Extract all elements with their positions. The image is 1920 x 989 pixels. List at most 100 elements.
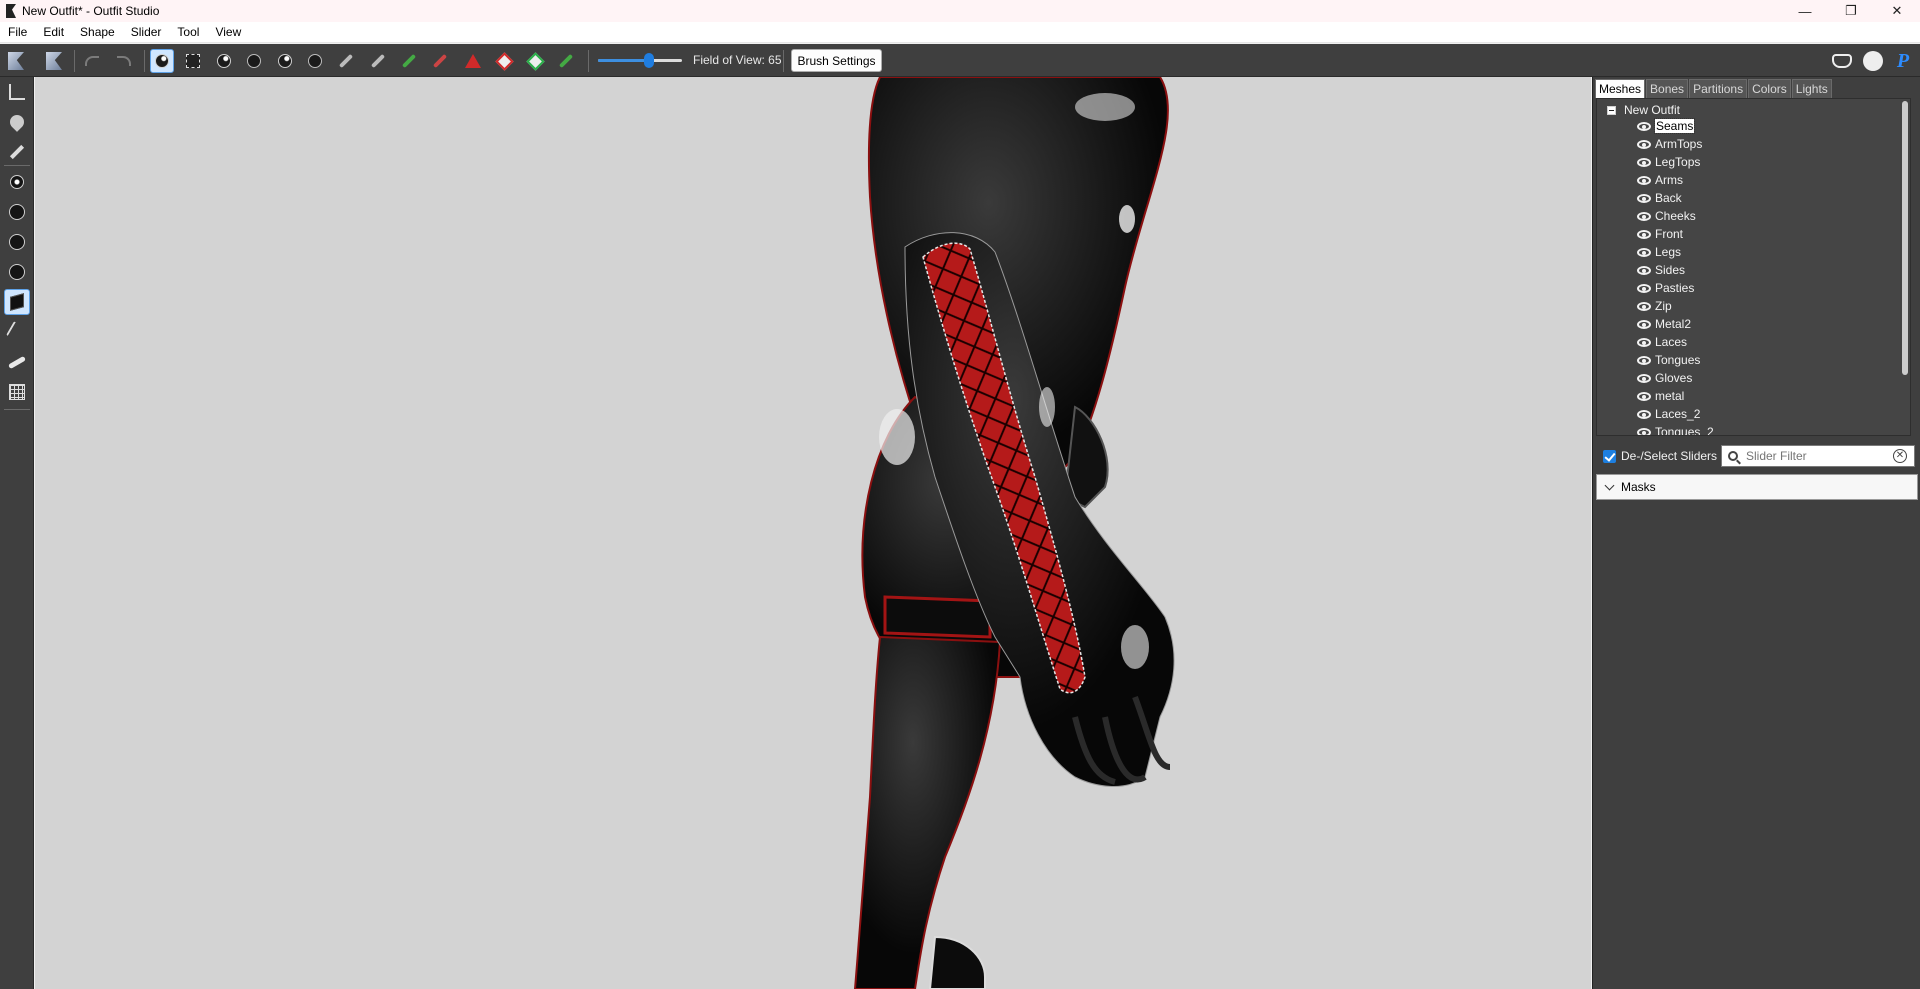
cube-view-icon[interactable] (4, 289, 30, 315)
eye-icon[interactable] (1637, 139, 1651, 149)
pivot-tool-icon[interactable] (4, 109, 30, 135)
mesh-item-laces-2[interactable]: Laces_2 (1637, 405, 1700, 423)
fov-slider-thumb[interactable] (644, 53, 655, 68)
mesh-item-gloves[interactable]: Gloves (1637, 369, 1692, 387)
eye-icon[interactable] (1637, 157, 1651, 167)
transform-tool-icon[interactable] (4, 79, 30, 105)
eye-icon[interactable] (1637, 283, 1651, 293)
eye-icon[interactable] (1637, 319, 1651, 329)
eye-icon[interactable] (1637, 247, 1651, 257)
title-bar: New Outfit* - Outfit Studio — ❐ ✕ (0, 0, 1920, 22)
brush-size-l-icon[interactable] (4, 259, 30, 285)
minimize-button[interactable]: — (1782, 0, 1828, 22)
vertex-select-icon[interactable] (4, 139, 30, 165)
mesh-item-tongues-2[interactable]: Tongues_2 (1637, 423, 1714, 436)
tab-lights[interactable]: Lights (1791, 79, 1832, 98)
tab-bones[interactable]: Bones (1646, 79, 1689, 98)
mesh-item-arms[interactable]: Arms (1637, 171, 1683, 189)
redo-icon[interactable] (112, 49, 136, 73)
move-brush-icon[interactable] (273, 49, 297, 73)
mesh-item-cheeks[interactable]: Cheeks (1637, 207, 1696, 225)
brush-size-xs-icon[interactable] (4, 169, 30, 195)
tab-partitions[interactable]: Partitions (1689, 79, 1748, 98)
mesh-item-armtops[interactable]: ArmTops (1637, 135, 1702, 153)
mask-brush-icon[interactable] (181, 49, 205, 73)
close-button[interactable]: ✕ (1874, 0, 1920, 22)
eye-icon[interactable] (1637, 373, 1651, 383)
split-edge-icon[interactable] (523, 49, 547, 73)
menu-edit[interactable]: Edit (35, 25, 72, 39)
mesh-item-seams[interactable]: Seams (1637, 117, 1696, 135)
fov-slider[interactable] (598, 53, 682, 68)
weight-brush-icon[interactable] (366, 49, 390, 73)
select-brush-icon[interactable] (150, 49, 174, 73)
deselect-sliders-checkbox[interactable] (1603, 449, 1616, 463)
menu-slider[interactable]: Slider (123, 25, 170, 39)
mesh-item-front[interactable]: Front (1637, 225, 1683, 243)
undo-icon[interactable] (80, 49, 104, 73)
tree-root-node[interactable]: New Outfit (1607, 103, 1680, 117)
bones-icon[interactable] (4, 349, 30, 375)
eye-icon[interactable] (1637, 427, 1651, 435)
alpha-brush-icon[interactable] (428, 49, 452, 73)
panel-tabs: Meshes Bones Partitions Colors Lights (1595, 79, 1833, 98)
discord-icon[interactable] (1830, 49, 1854, 73)
tab-colors[interactable]: Colors (1748, 79, 1791, 98)
flip-edge-icon[interactable] (492, 49, 516, 73)
mesh-item-metal[interactable]: metal (1637, 387, 1684, 405)
menu-view[interactable]: View (207, 25, 249, 39)
slider-filter-input[interactable] (1746, 449, 1891, 463)
mesh-label: Tongues_2 (1655, 425, 1714, 436)
move-vertex-icon[interactable] (554, 49, 578, 73)
eye-icon[interactable] (1637, 409, 1651, 419)
restore-button[interactable]: ❐ (1828, 0, 1874, 22)
tab-meshes[interactable]: Meshes (1595, 79, 1646, 98)
menu-file[interactable]: File (0, 25, 35, 39)
mesh-item-legs[interactable]: Legs (1637, 243, 1681, 261)
eye-icon[interactable] (1637, 337, 1651, 347)
tree-scrollbar[interactable] (1902, 101, 1908, 375)
grid-icon[interactable] (4, 379, 30, 405)
collapse-vertex-icon[interactable] (461, 49, 485, 73)
slider-controls: De-/Select Sliders ✕ (1596, 444, 1918, 468)
eye-icon[interactable] (1637, 391, 1651, 401)
mesh-tree[interactable]: New Outfit Seams ArmTops LegTops Arms Back Ch… (1596, 98, 1911, 436)
wireframe-icon[interactable] (4, 319, 30, 345)
reference-icon[interactable] (42, 49, 66, 73)
mesh-item-zip[interactable]: Zip (1637, 297, 1672, 315)
menu-shape[interactable]: Shape (72, 25, 123, 39)
eye-icon[interactable] (1637, 211, 1651, 221)
eye-icon[interactable] (1637, 175, 1651, 185)
brush-size-m-icon[interactable] (4, 229, 30, 255)
inflate-brush-icon[interactable] (212, 49, 236, 73)
eye-icon[interactable] (1637, 301, 1651, 311)
collapse-icon[interactable] (1607, 105, 1616, 115)
github-icon[interactable] (1861, 49, 1885, 73)
smooth-brush-icon[interactable] (303, 49, 327, 73)
mesh-item-tongues[interactable]: Tongues (1637, 351, 1700, 369)
mesh-item-laces[interactable]: Laces (1637, 333, 1687, 351)
mesh-item-metal2[interactable]: Metal2 (1637, 315, 1691, 333)
eye-icon[interactable] (1637, 355, 1651, 365)
color-brush-icon[interactable] (397, 49, 421, 73)
eye-icon[interactable] (1637, 265, 1651, 275)
brush-size-s-icon[interactable] (4, 199, 30, 225)
mesh-item-legtops[interactable]: LegTops (1637, 153, 1700, 171)
outfit-studio-icon[interactable] (4, 49, 28, 73)
toolbar-separator (144, 50, 145, 72)
mesh-item-back[interactable]: Back (1637, 189, 1682, 207)
brush-settings-button[interactable]: Brush Settings (791, 49, 882, 72)
eye-icon[interactable] (1637, 121, 1651, 131)
deflate-brush-icon[interactable] (242, 49, 266, 73)
menu-tool[interactable]: Tool (169, 25, 207, 39)
mesh-item-sides[interactable]: Sides (1637, 261, 1685, 279)
clear-filter-icon[interactable]: ✕ (1893, 449, 1907, 463)
eye-icon[interactable] (1637, 193, 1651, 203)
paypal-icon[interactable]: P (1891, 49, 1915, 73)
mesh-label: metal (1655, 389, 1685, 403)
eye-icon[interactable] (1637, 229, 1651, 239)
undiff-brush-icon[interactable] (334, 49, 358, 73)
mesh-item-pasties[interactable]: Pasties (1637, 279, 1694, 297)
masks-section[interactable]: Masks (1596, 474, 1918, 500)
3d-viewport[interactable] (35, 77, 1591, 989)
